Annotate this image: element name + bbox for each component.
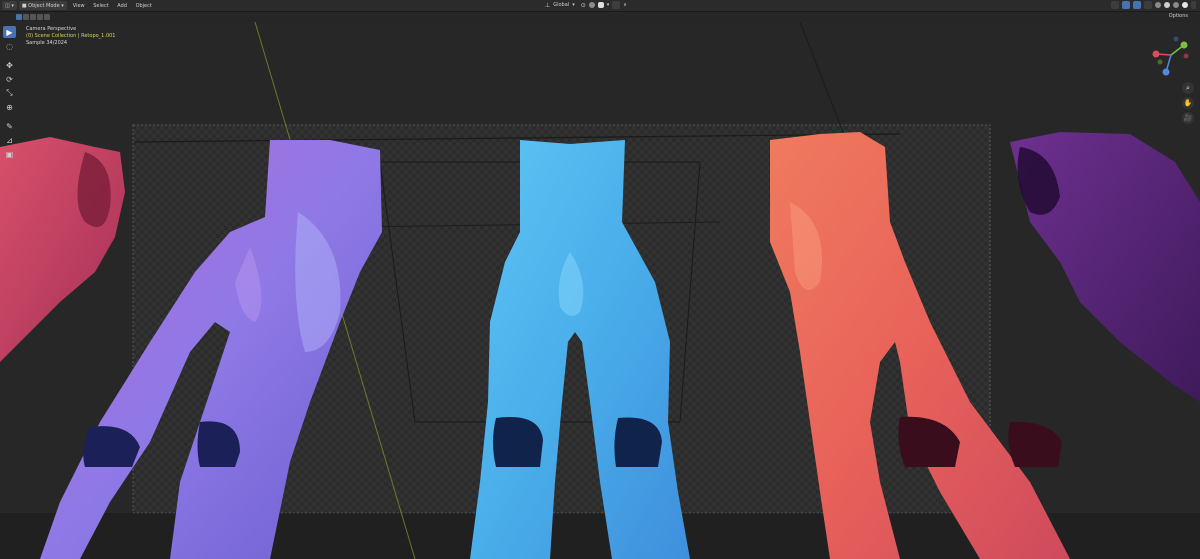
transform-controls: ⊥ Global ▾ ⊙ ▾ ∧ — [545, 1, 627, 9]
gizmo-toggle[interactable] — [1122, 1, 1130, 9]
scale-tool[interactable]: ⤡ — [3, 87, 16, 99]
shading-material[interactable] — [1173, 2, 1179, 8]
transform-tool[interactable]: ⊕ — [3, 101, 16, 113]
rotate-icon: ⟳ — [6, 74, 13, 84]
viewport-icon: ◫ — [5, 2, 10, 9]
transform-icon: ⊕ — [6, 102, 13, 112]
options-dropdown[interactable]: Options — [1169, 13, 1188, 19]
select-invert-button[interactable] — [37, 13, 43, 20]
proportional-edit-toggle[interactable] — [612, 1, 621, 9]
header-menu: View Select Add Object — [73, 3, 159, 9]
camera-perspective-label: Camera Perspective — [26, 26, 77, 32]
measure-tool[interactable]: ⊿ — [3, 134, 16, 146]
zoom-button[interactable]: ⌕ — [1182, 82, 1194, 94]
menu-add[interactable]: Add — [117, 3, 127, 9]
cube-icon: ▣ — [5, 149, 14, 159]
object-mode-icon: ■ — [21, 2, 27, 9]
sample-counter: Sample 34/2024 — [26, 40, 68, 46]
select-intersect-button[interactable] — [44, 13, 50, 20]
pivot-icon[interactable]: ⊙ — [581, 2, 586, 9]
pencil-icon: ✎ — [6, 121, 13, 131]
rotate-tool[interactable]: ⟳ — [3, 73, 16, 85]
x-axis-handle[interactable] — [1152, 50, 1160, 58]
select-subtract-button[interactable] — [30, 13, 36, 20]
magnifier-icon: ⌕ — [1186, 83, 1190, 92]
3d-viewport[interactable]: Camera Perspective (0) Scene Collection … — [0, 22, 1200, 559]
xray-toggle[interactable] — [1144, 1, 1152, 9]
shading-solid[interactable] — [1164, 2, 1170, 8]
hand-icon: ✋ — [1183, 99, 1193, 107]
collection-label: (0) Scene Collection | Retopo_1.001 — [26, 33, 116, 39]
select-extend-button[interactable] — [23, 13, 29, 20]
shading-wireframe[interactable] — [1155, 2, 1161, 8]
visibility-button[interactable] — [1111, 1, 1119, 9]
navigation-gizmo[interactable] — [1148, 32, 1194, 78]
shading-rendered[interactable] — [1182, 2, 1188, 8]
select-new-button[interactable] — [16, 13, 22, 20]
scale-icon: ⤡ — [6, 88, 13, 97]
chevron-down-icon: ▾ — [606, 2, 610, 8]
viewport-header: ◫ ▾ ■ Object Mode ▾ View Select Add Obje… — [0, 0, 1200, 12]
y-axis-handle[interactable] — [1180, 41, 1188, 49]
cursor-tool[interactable]: ◌ — [3, 40, 16, 52]
tool-shelf: ▶ ◌ ✥ ⟳ ⤡ ⊕ ✎ ⊿ ▣ — [3, 26, 16, 160]
z-axis-handle[interactable] — [1162, 68, 1170, 76]
chevron-down-icon: ▾ — [572, 2, 575, 8]
snap-toggle[interactable] — [588, 2, 595, 8]
orientation-dropdown[interactable]: Global — [553, 2, 569, 8]
menu-select[interactable]: Select — [93, 3, 108, 9]
viewport-subheader: Options — [0, 12, 1200, 21]
overlay-toggle[interactable] — [1133, 1, 1141, 9]
3d-cursor-icon: ◌ — [6, 41, 13, 51]
rendered-scene — [0, 22, 1200, 559]
falloff-icon[interactable]: ∧ — [623, 2, 627, 8]
ruler-icon: ⊿ — [6, 135, 13, 145]
select-box-tool[interactable]: ▶ — [3, 26, 16, 38]
camera-view-button[interactable]: 🎥 — [1182, 112, 1194, 124]
camera-icon: 🎥 — [1183, 114, 1193, 122]
snap-target-button[interactable] — [597, 2, 604, 8]
menu-object[interactable]: Object — [136, 3, 152, 9]
move-tool[interactable]: ✥ — [3, 59, 16, 71]
annotate-tool[interactable]: ✎ — [3, 120, 16, 132]
shading-controls — [1111, 1, 1196, 9]
add-cube-tool[interactable]: ▣ — [3, 148, 16, 160]
select-mode-buttons — [16, 13, 50, 20]
menu-view[interactable]: View — [73, 3, 85, 9]
cursor-arrow-icon: ▶ — [6, 27, 13, 37]
mode-label: Object Mode — [28, 2, 60, 9]
pan-button[interactable]: ✋ — [1182, 97, 1194, 109]
viewport-info: Camera Perspective (0) Scene Collection … — [26, 26, 116, 47]
move-icon: ✥ — [6, 60, 13, 70]
mode-dropdown[interactable]: ■ Object Mode ▾ — [18, 1, 67, 10]
orientation-icon: ⊥ — [545, 1, 551, 9]
shading-options-button[interactable] — [1191, 1, 1196, 9]
navigation-buttons: ⌕ ✋ 🎥 — [1182, 82, 1194, 124]
editor-type-button[interactable]: ◫ ▾ — [2, 1, 17, 10]
blender-window: ◫ ▾ ■ Object Mode ▾ View Select Add Obje… — [0, 0, 1200, 559]
